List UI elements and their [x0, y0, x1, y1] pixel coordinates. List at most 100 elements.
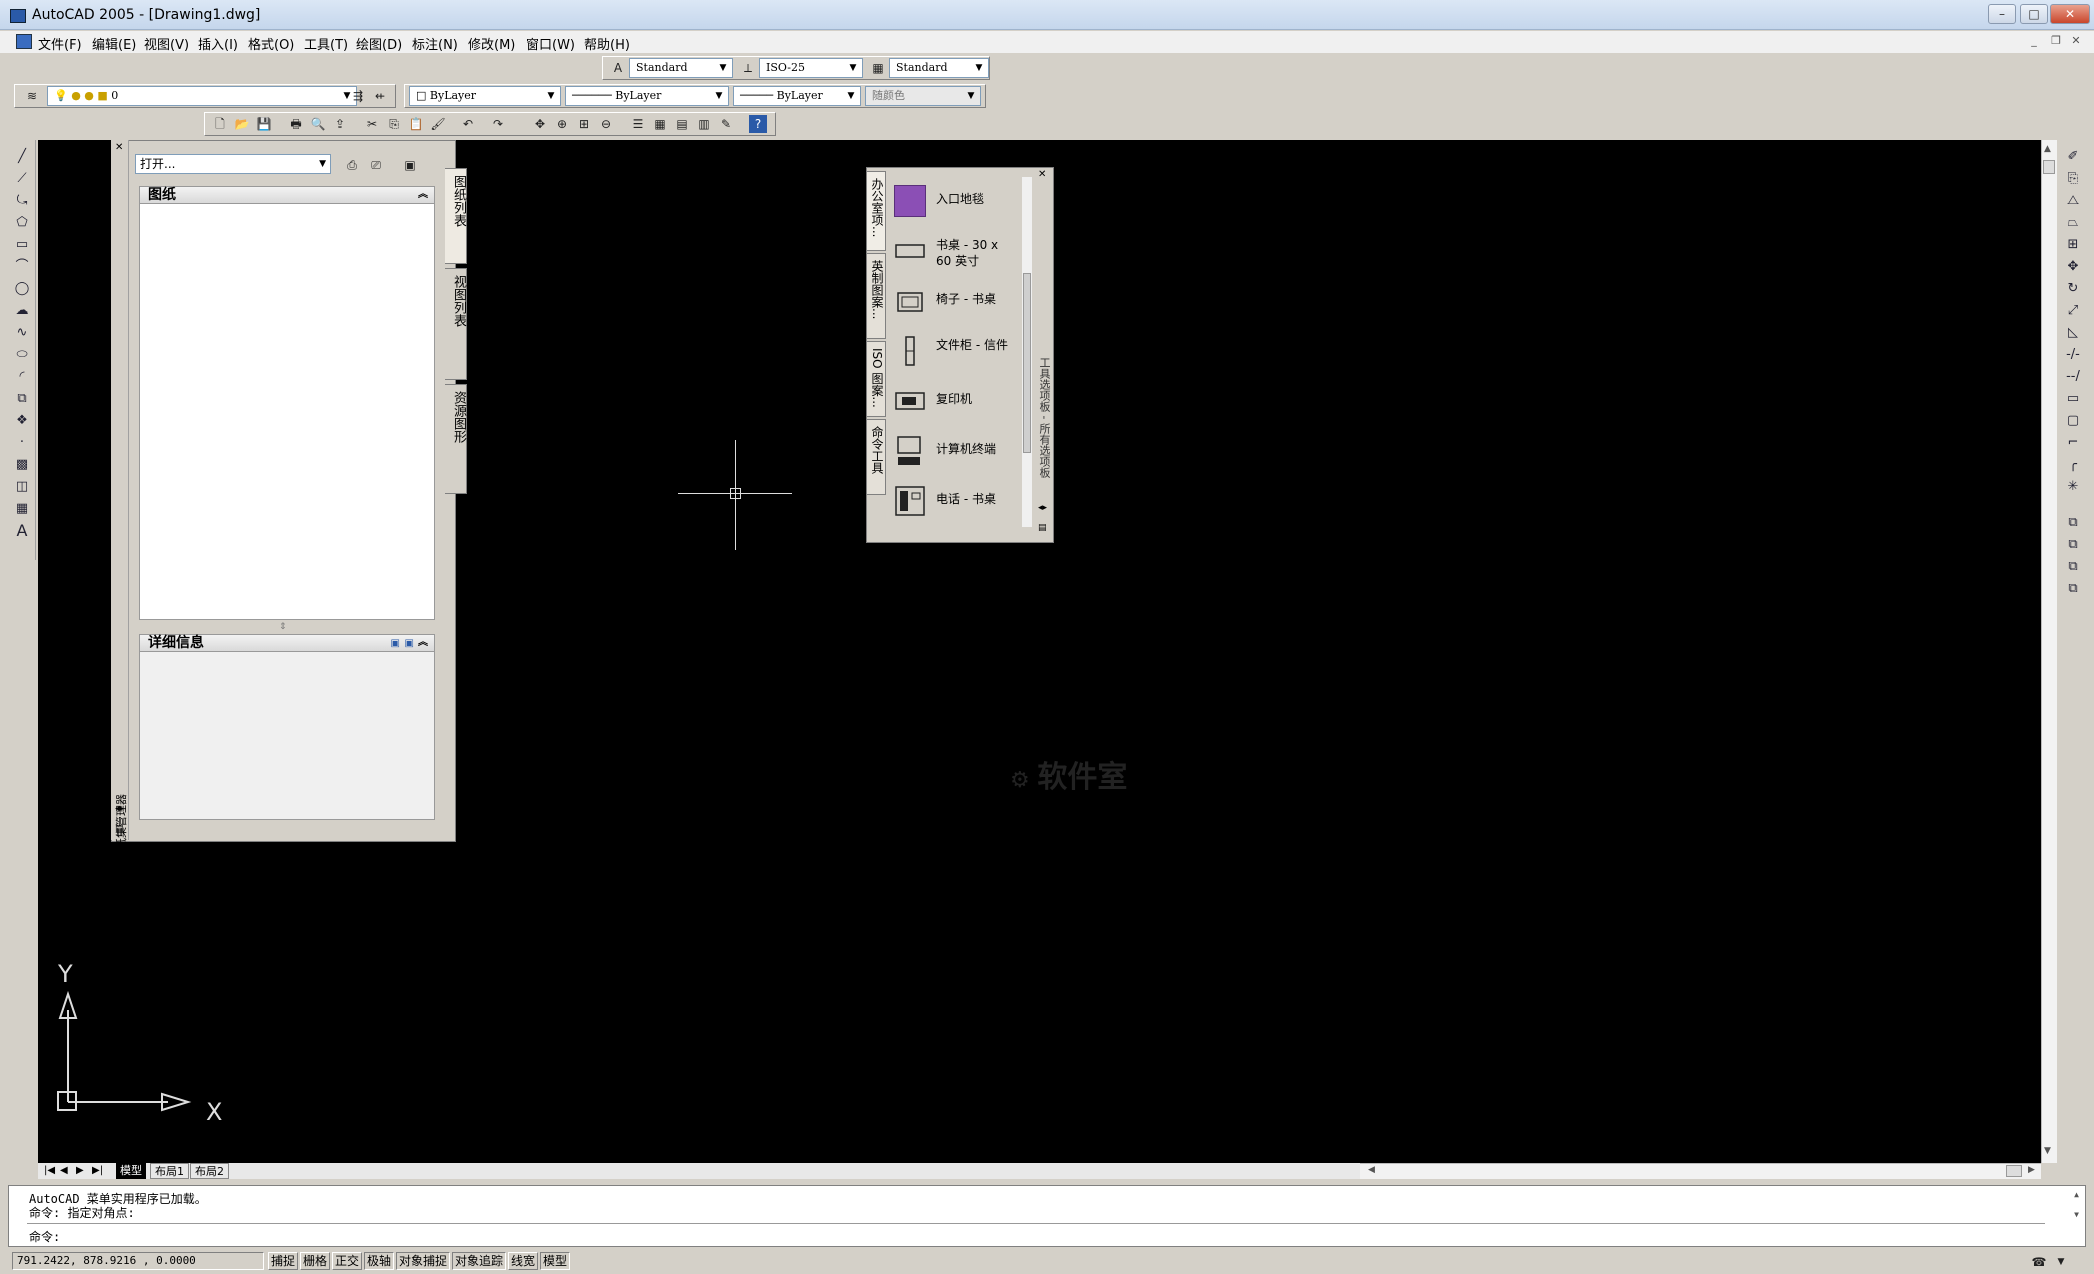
properties-icon[interactable]: ☰ — [629, 115, 647, 133]
tp-tab-iso-hatch[interactable]: ISO 图案... — [866, 341, 886, 417]
tab-resource-drawings[interactable]: 资源图形 — [445, 384, 467, 494]
pan-icon[interactable]: ✥ — [531, 115, 549, 133]
sheets-section-header[interactable]: 图纸 ︽ — [139, 186, 435, 204]
draworder-above-icon[interactable]: ⧉ — [2063, 558, 2083, 576]
menu-format[interactable]: 格式(O) — [248, 34, 294, 53]
lineweight-combo[interactable]: ───── ByLayer ▼ — [733, 86, 861, 106]
menu-draw[interactable]: 绘图(D) — [356, 34, 402, 53]
autocad-app-icon[interactable] — [10, 9, 26, 23]
plot-preview-icon[interactable]: 🔍 — [309, 115, 327, 133]
explode-icon[interactable]: ✳ — [2063, 478, 2083, 496]
grid-toggle[interactable]: 栅格 — [300, 1252, 331, 1270]
point-icon[interactable]: · — [12, 434, 32, 452]
sheets-collapse-icon[interactable]: ︽ — [418, 187, 428, 203]
snap-toggle[interactable]: 捕捉 — [268, 1252, 299, 1270]
join-icon[interactable]: ▢ — [2063, 412, 2083, 430]
tab-sheet-list[interactable]: 图纸列表 — [445, 168, 467, 264]
prev-tab-button[interactable]: ◀ — [56, 1163, 72, 1179]
ssm-properties-icon[interactable]: ▤ — [115, 824, 124, 834]
help-icon[interactable]: ? — [749, 115, 767, 133]
line-icon[interactable]: ╱ — [12, 148, 32, 166]
stretch-icon[interactable]: ◺ — [2063, 324, 2083, 342]
menu-file[interactable]: 文件(F) — [38, 34, 82, 53]
scale-icon[interactable]: ⤢ — [2063, 302, 2083, 320]
revision-cloud-icon[interactable]: ☁ — [12, 302, 32, 320]
ssm-publish-icon[interactable]: ⎙ — [343, 156, 361, 174]
hatch-icon[interactable]: ▩ — [12, 456, 32, 474]
vertical-scrollbar[interactable]: ▲ ▼ — [2041, 140, 2057, 1163]
open-icon[interactable]: 📂 — [233, 115, 251, 133]
status-menu-icon[interactable]: ▼ — [2052, 1253, 2070, 1271]
tool-item-computer-terminal[interactable]: 计算机终端 — [888, 429, 1018, 473]
table-style-combo[interactable]: Standard ▼ — [889, 58, 989, 78]
make-block-icon[interactable]: ❖ — [12, 412, 32, 430]
circle-icon[interactable]: ◯ — [12, 280, 32, 298]
next-tab-button[interactable]: ▶ — [72, 1163, 88, 1179]
table-icon[interactable]: ▦ — [12, 500, 32, 518]
close-button[interactable]: ✕ — [2050, 4, 2090, 24]
menu-edit[interactable]: 编辑(E) — [92, 34, 136, 53]
undo-icon[interactable]: ↶ — [459, 115, 477, 133]
command-scroll-down-icon[interactable]: ▼ — [2074, 1210, 2079, 1219]
polyline-icon[interactable]: ⤿ — [12, 192, 32, 210]
osnap-toggle[interactable]: 对象捕捉 — [396, 1252, 451, 1270]
publish-icon[interactable]: ⇪ — [331, 115, 349, 133]
linetype-combo[interactable]: ────── ByLayer ▼ — [565, 86, 729, 106]
match-properties-icon[interactable]: 🖌 — [429, 115, 447, 133]
tool-item-file-cabinet[interactable]: 文件柜 - 信件 — [888, 329, 1018, 373]
paste-icon[interactable]: 📋 — [407, 115, 425, 133]
move-icon[interactable]: ✥ — [2063, 258, 2083, 276]
cut-icon[interactable]: ✂ — [363, 115, 381, 133]
chamfer-icon[interactable]: ⌐ — [2063, 434, 2083, 452]
layer-manager-icon[interactable]: ≋ — [23, 87, 41, 105]
print-icon[interactable]: 🖶 — [287, 115, 305, 133]
details-section-header[interactable]: 详细信息 ▣ ▣ ︽ — [139, 634, 435, 652]
layer-previous-icon[interactable]: ⇷ — [371, 87, 389, 105]
tp-tab-office[interactable]: 办公室项... — [866, 171, 886, 251]
dim-style-combo[interactable]: ISO-25 ▼ — [759, 58, 863, 78]
insert-block-icon[interactable]: ⧉ — [12, 390, 32, 408]
ssm-close-icon[interactable]: ✕ — [115, 142, 123, 153]
maximize-button[interactable]: □ — [2020, 4, 2048, 24]
model-toggle[interactable]: 模型 — [540, 1252, 571, 1270]
last-tab-button[interactable]: ▶| — [88, 1163, 107, 1179]
lineweight-toggle[interactable]: 线宽 — [508, 1252, 539, 1270]
minimize-button[interactable]: – — [1988, 4, 2016, 24]
offset-icon[interactable]: ⏢ — [2063, 214, 2083, 232]
otrack-toggle[interactable]: 对象追踪 — [452, 1252, 507, 1270]
tool-palette-scroll-thumb[interactable] — [1023, 273, 1031, 453]
spline-icon[interactable]: ∿ — [12, 324, 32, 342]
tab-layout2[interactable]: 布局2 — [190, 1163, 229, 1179]
menu-view[interactable]: 视图(V) — [144, 34, 189, 53]
copy-icon[interactable]: ⎘ — [385, 115, 403, 133]
draworder-back-icon[interactable]: ⧉ — [2063, 536, 2083, 554]
text-style-combo[interactable]: Standard ▼ — [629, 58, 733, 78]
tool-item-copier[interactable]: 复印机 — [888, 379, 1018, 423]
menu-tools[interactable]: 工具(T) — [304, 34, 348, 53]
polar-toggle[interactable]: 极轴 — [364, 1252, 395, 1270]
tool-palette-scrollbar[interactable] — [1022, 177, 1032, 527]
tp-tab-imperial-hatch[interactable]: 英制图案... — [866, 253, 886, 339]
tool-palette-properties-icon[interactable]: ▤ — [1038, 523, 1047, 533]
command-window[interactable]: AutoCAD 菜单实用程序已加载。 命令: 指定对角点: 命令: ▲ ▼ — [8, 1185, 2086, 1247]
erase-icon[interactable]: ✐ — [2063, 148, 2083, 166]
construction-line-icon[interactable]: ⟋ — [12, 170, 32, 188]
redo-icon[interactable]: ↷ — [489, 115, 507, 133]
ssm-sheet-selection-icon[interactable]: ▣ — [401, 156, 419, 174]
draworder-front-icon[interactable]: ⧉ — [2063, 514, 2083, 532]
preview-view-icon[interactable]: ▣ — [405, 636, 414, 652]
make-current-layer-icon[interactable]: ⇶ — [349, 87, 367, 105]
design-center-icon[interactable]: ▦ — [651, 115, 669, 133]
arc-icon[interactable]: ⌒ — [12, 258, 32, 276]
save-icon[interactable]: 💾 — [255, 115, 273, 133]
tool-item-chair[interactable]: 椅子 - 书桌 — [888, 279, 1018, 323]
mirror-icon[interactable]: ⧍ — [2063, 192, 2083, 210]
tool-palette-autohide-icon[interactable]: ◂▸ — [1038, 503, 1047, 513]
zoom-realtime-icon[interactable]: ⊕ — [553, 115, 571, 133]
menu-modify[interactable]: 修改(M) — [468, 34, 515, 53]
ellipse-arc-icon[interactable]: ◜ — [12, 368, 32, 386]
details-view-icon[interactable]: ▣ — [391, 636, 400, 652]
rotate-icon[interactable]: ↻ — [2063, 280, 2083, 298]
new-icon[interactable]: 🗋 — [211, 115, 229, 133]
tab-view-list[interactable]: 视图列表 — [445, 268, 467, 380]
